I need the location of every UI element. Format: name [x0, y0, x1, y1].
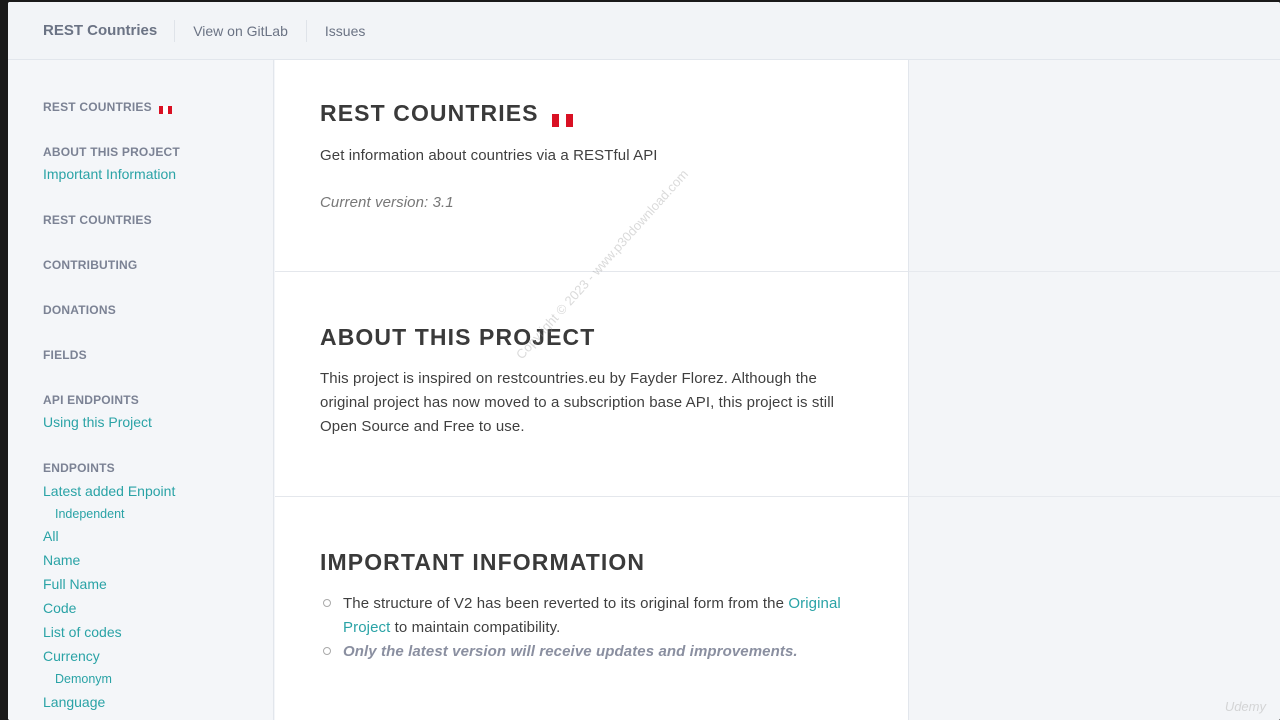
- intro-section: REST COUNTRIES Get information about cou…: [275, 60, 908, 272]
- sidebar-heading-contributing[interactable]: CONTRIBUTING: [43, 258, 137, 272]
- current-version: Current version: 3.1: [320, 194, 454, 211]
- sidebar-nav: REST COUNTRIES ABOUT THIS PROJECT Import…: [8, 60, 274, 720]
- udemy-watermark: Udemy: [1224, 699, 1266, 714]
- main-content: REST COUNTRIES Get information about cou…: [275, 60, 909, 720]
- important-heading: IMPORTANT INFORMATION: [320, 549, 646, 575]
- divider: [909, 271, 1280, 272]
- sidebar-item-list-of-codes[interactable]: List of codes: [43, 624, 122, 640]
- important-bullet-2: Only the latest version will receive upd…: [343, 643, 798, 660]
- bullet-1-text: The structure of V2 has been reverted to…: [343, 595, 785, 612]
- sidebar-heading-rest-countries-2[interactable]: REST COUNTRIES: [43, 213, 152, 227]
- brand-title[interactable]: REST Countries: [43, 19, 176, 42]
- right-code-pane: [909, 60, 1280, 720]
- sidebar-item-using-this-project[interactable]: Using this Project: [43, 414, 152, 430]
- sidebar-item-important-information[interactable]: Important Information: [43, 166, 176, 182]
- sidebar-item-code[interactable]: Code: [43, 600, 76, 616]
- sidebar-item-language[interactable]: Language: [43, 694, 105, 710]
- intro-title: REST COUNTRIES: [320, 100, 539, 126]
- sidebar-item-latest-added-endpoint[interactable]: Latest added Enpoint: [43, 483, 175, 499]
- bullet-icon: [323, 599, 331, 607]
- sidebar-heading-endpoints[interactable]: ENDPOINTS: [43, 461, 115, 475]
- peru-flag-icon: [159, 103, 173, 114]
- sidebar-item-name[interactable]: Name: [43, 552, 80, 568]
- sidebar-item-currency[interactable]: Currency: [43, 648, 100, 664]
- divider: [909, 496, 1280, 497]
- sidebar-heading-label: REST COUNTRIES: [43, 100, 152, 114]
- important-bullet-1: The structure of V2 has been reverted to…: [343, 592, 888, 640]
- sidebar-heading-donations[interactable]: DONATIONS: [43, 303, 116, 317]
- peru-flag-icon: [552, 106, 574, 128]
- sidebar-heading-about[interactable]: ABOUT THIS PROJECT: [43, 145, 180, 159]
- sidebar-heading-api-endpoints[interactable]: API ENDPOINTS: [43, 393, 139, 407]
- about-heading: ABOUT THIS PROJECT: [320, 324, 596, 350]
- browser-viewport: REST Countries View on GitLab Issues RES…: [8, 2, 1280, 720]
- view-on-gitlab-link[interactable]: View on GitLab: [175, 19, 307, 42]
- bullet-icon: [323, 647, 331, 655]
- bullet-1-text-after: to maintain compatibility.: [390, 619, 561, 636]
- intro-description: Get information about countries via a RE…: [320, 147, 658, 164]
- sidebar-item-all[interactable]: All: [43, 528, 59, 544]
- sidebar-item-independent[interactable]: Independent: [55, 507, 125, 521]
- about-text: This project is inspired on restcountrie…: [320, 370, 835, 435]
- sidebar-item-full-name[interactable]: Full Name: [43, 576, 107, 592]
- top-navbar: REST Countries View on GitLab Issues: [8, 2, 1280, 60]
- intro-heading: REST COUNTRIES: [320, 100, 574, 128]
- about-section: ABOUT THIS PROJECT This project is inspi…: [275, 272, 908, 497]
- issues-link[interactable]: Issues: [307, 20, 383, 42]
- sidebar-heading-fields[interactable]: FIELDS: [43, 348, 87, 362]
- sidebar-item-demonym[interactable]: Demonym: [55, 672, 112, 686]
- important-section: IMPORTANT INFORMATION The structure of V…: [275, 497, 908, 720]
- sidebar-heading-rest-countries[interactable]: REST COUNTRIES: [43, 100, 173, 114]
